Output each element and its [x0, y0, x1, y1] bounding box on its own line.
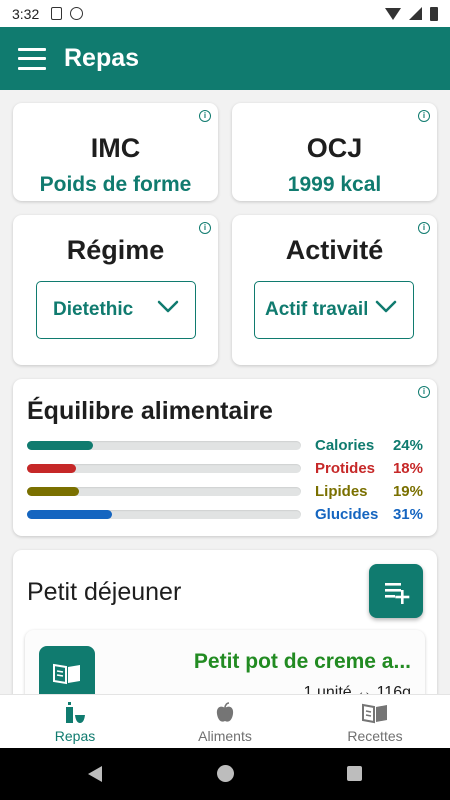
regime-card: i Régime Dietethic	[13, 215, 218, 365]
nutrient-percent: 19%	[392, 483, 423, 500]
imc-value: Poids de forme	[39, 173, 192, 196]
progress-track	[27, 510, 301, 519]
sync-icon	[70, 7, 84, 20]
nutrient-row-calories: Calories 24%	[27, 437, 423, 454]
food-item-quantity: 1 unité ↔ 116g	[303, 684, 411, 694]
chevron-down-icon	[375, 300, 397, 313]
nutrient-label: Glucides	[315, 506, 379, 523]
home-icon[interactable]	[217, 765, 234, 782]
regime-title: Régime	[66, 235, 165, 265]
nutrient-row-lipides: Lipides 19%	[27, 483, 423, 500]
info-icon[interactable]: i	[199, 222, 211, 234]
equilibre-card[interactable]: i Équilibre alimentaire Calories 24% Proti…	[13, 379, 437, 536]
food-item-name: Petit pot de creme a...	[193, 650, 411, 673]
page-title: Repas	[64, 44, 140, 72]
nutrient-row-protides: Protides 18%	[27, 460, 423, 477]
apple-icon	[216, 702, 234, 722]
progress-track	[27, 464, 301, 473]
nutrient-row-glucides: Glucides 31%	[27, 506, 423, 523]
add-food-button[interactable]	[369, 564, 423, 618]
nutrient-label: Protides	[315, 460, 376, 477]
progress-track	[27, 487, 301, 496]
nav-item-aliments[interactable]: Aliments	[150, 695, 300, 748]
equilibre-title: Équilibre alimentaire	[27, 397, 273, 425]
activite-selected-value: Actif travail	[265, 299, 367, 320]
info-icon[interactable]: i	[199, 110, 211, 122]
ocj-title: OCJ	[306, 133, 363, 163]
progress-fill	[27, 464, 76, 473]
book-icon	[362, 703, 387, 724]
open-book-icon	[53, 663, 80, 685]
ocj-card[interactable]: i OCJ 1999 kcal	[232, 103, 437, 201]
progress-fill	[27, 441, 93, 450]
info-icon[interactable]: i	[418, 386, 430, 398]
meal-title: Petit déjeuner	[27, 578, 182, 606]
nutrient-label: Lipides	[315, 483, 368, 500]
back-icon[interactable]	[88, 766, 102, 782]
nav-label-aliments: Aliments	[198, 728, 252, 744]
imc-card[interactable]: i IMC Poids de forme	[13, 103, 218, 201]
repas-icon	[66, 702, 85, 723]
app-bar: Repas	[0, 27, 450, 90]
nav-label-repas: Repas	[54, 728, 96, 744]
imc-title: IMC	[90, 133, 141, 163]
status-time: 3:32	[12, 5, 40, 22]
activite-card: i Activité Actif travail	[232, 215, 437, 365]
wifi-icon	[385, 7, 401, 20]
nutrient-percent: 18%	[392, 460, 423, 477]
sim-icon	[51, 7, 63, 20]
nutrient-percent: 31%	[392, 506, 423, 523]
recent-apps-icon[interactable]	[347, 766, 362, 781]
ocj-value: 1999 kcal	[287, 173, 382, 196]
food-item[interactable]: Petit pot de creme a... 1 unité ↔ 116g	[25, 630, 425, 694]
progress-track	[27, 441, 301, 450]
nav-label-recettes: Recettes	[347, 728, 403, 744]
regime-selected-value: Dietethic	[53, 299, 134, 320]
info-icon[interactable]: i	[418, 222, 430, 234]
info-icon[interactable]: i	[418, 110, 430, 122]
regime-select[interactable]: Dietethic	[36, 281, 196, 339]
signal-icon	[409, 7, 422, 20]
nav-item-recettes[interactable]: Recettes	[300, 695, 450, 748]
activite-select[interactable]: Actif travail	[254, 281, 414, 339]
recipe-button[interactable]	[39, 646, 95, 694]
activite-title: Activité	[285, 235, 384, 265]
nutrient-label: Calories	[315, 437, 375, 454]
progress-fill	[27, 510, 112, 519]
progress-fill	[27, 487, 79, 496]
meal-card: Petit déjeuner Petit pot de creme a... 1…	[13, 550, 437, 694]
system-navigation-bar	[0, 748, 450, 800]
main-content[interactable]: i IMC Poids de forme i OCJ 1999 kcal i R…	[0, 90, 450, 694]
bottom-navigation: Repas Aliments Recettes	[0, 694, 450, 748]
nav-item-repas[interactable]: Repas	[0, 695, 150, 748]
playlist-add-icon	[385, 583, 410, 604]
status-bar: 3:32	[0, 0, 450, 27]
battery-icon	[430, 6, 438, 21]
chevron-down-icon	[157, 300, 179, 313]
menu-icon[interactable]	[18, 47, 46, 70]
nutrient-percent: 24%	[392, 437, 423, 454]
